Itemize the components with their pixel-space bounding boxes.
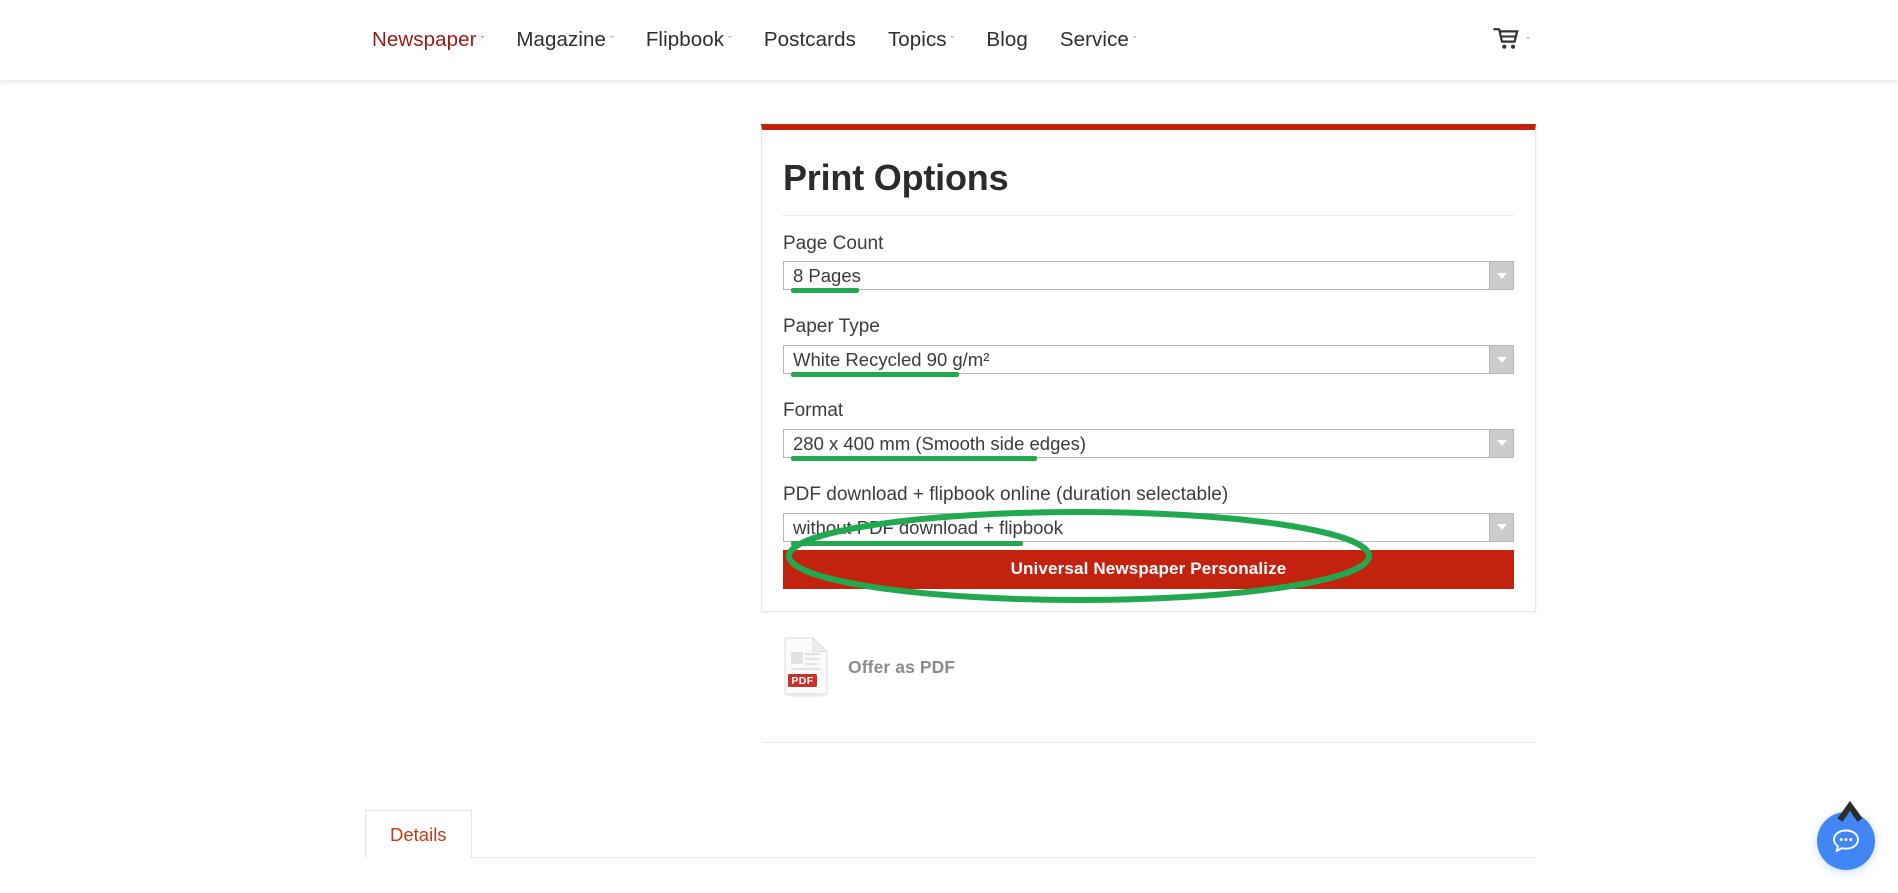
field-page-count: Page Count 8 Pages [783,232,1514,294]
tab-bar: Details [365,810,1536,858]
field-pdf-download: PDF download + flipbook online (duration… [783,483,1514,546]
title-divider [783,214,1514,216]
pdf-file-icon: PDF [784,636,829,698]
section-divider [762,742,1536,743]
annotation-underline-pdf-download [791,540,1023,546]
chevron-down-icon: ˇ [1132,35,1137,47]
label-format: Format [783,400,844,422]
chevron-down-icon: ˇ [950,35,955,47]
label-page-count: Page Count [783,232,884,254]
label-pdf-download: PDF download + flipbook online (duration… [783,483,1229,505]
nav-label-flipbook: Flipbook [645,28,725,51]
select-page-count-value: 8 Pages [793,265,861,287]
offer-as-pdf-link[interactable]: PDF Offer as PDF [782,636,955,698]
shopping-cart-icon [1493,28,1519,49]
nav-label-topics: Topics [887,28,947,51]
select-pdf-download-value: without PDF download + flipbook [793,516,1063,538]
label-paper-type: Paper Type [783,316,880,338]
chevron-down-icon[interactable] [1489,429,1513,457]
site-header: Newspaper ˇ Magazine ˇ Flipbook ˇ Postca… [0,0,1898,80]
tab-details-label: Details [390,823,447,845]
chevron-down-icon: ˇ [610,35,614,47]
personalize-button[interactable]: Universal Newspaper Personalize [783,549,1514,589]
cart-button[interactable]: ˇ [1493,0,1530,80]
nav-item-newspaper[interactable]: Newspaper ˇ [372,28,500,52]
main-navigation: Newspaper ˇ Magazine ˇ Flipbook ˇ Postca… [372,0,1153,80]
chevron-down-icon: ˇ [728,35,732,47]
page-root: Newspaper ˇ Magazine ˇ Flipbook ˇ Postca… [0,0,1898,893]
select-pdf-download[interactable]: without PDF download + flipbook [783,512,1514,546]
offer-as-pdf-label: Offer as PDF [848,656,956,677]
chevron-down-icon[interactable] [1489,262,1513,290]
chevron-down-icon: ˇ [480,35,485,47]
tab-bar-underline [365,857,1536,858]
select-paper-type[interactable]: White Recycled 90 g/m² [783,345,1514,378]
print-options-title: Print Options [783,157,1009,198]
nav-item-flipbook[interactable]: Flipbook ˇ [630,28,748,52]
print-options-card: Print Options Page Count 8 Pages Paper T… [761,124,1536,612]
chevron-down-icon[interactable] [1489,513,1513,541]
nav-label-service: Service [1059,28,1129,51]
nav-item-topics[interactable]: Topics ˇ [872,28,970,52]
nav-label-blog: Blog [986,28,1028,51]
field-paper-type: Paper Type White Recycled 90 g/m² [783,315,1514,378]
nav-item-magazine[interactable]: Magazine ˇ [500,28,629,52]
select-format-value: 280 x 400 mm (Smooth side edges) [793,432,1087,454]
tab-details[interactable]: Details [365,810,472,858]
nav-item-service[interactable]: Service ˇ [1044,28,1153,52]
nav-item-postcards[interactable]: Postcards [748,28,872,52]
scroll-to-top-icon[interactable] [1836,800,1864,822]
chevron-down-icon: ˇ [1526,36,1530,48]
chevron-down-icon[interactable] [1489,346,1513,374]
nav-label-newspaper: Newspaper [372,28,477,51]
select-paper-type-value: White Recycled 90 g/m² [793,349,990,371]
select-page-count[interactable]: 8 Pages [783,261,1514,294]
nav-label-postcards: Postcards [763,28,856,51]
field-format: Format 280 x 400 mm (Smooth side edges) [783,399,1514,461]
nav-item-blog[interactable]: Blog [970,28,1043,52]
select-format[interactable]: 280 x 400 mm (Smooth side edges) [783,428,1514,461]
svg-text:PDF: PDF [791,675,813,687]
chat-bubble-icon [1833,829,1859,853]
nav-label-magazine: Magazine [516,28,607,51]
